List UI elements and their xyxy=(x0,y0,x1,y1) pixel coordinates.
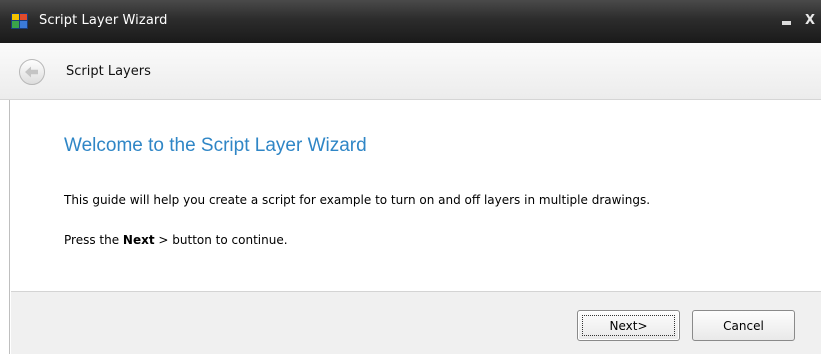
nav-title: Script Layers xyxy=(66,64,151,79)
instruction-text: Press the Next > button to continue. xyxy=(64,233,288,247)
next-button[interactable]: Next> xyxy=(577,310,680,341)
instruction-prefix: Press the xyxy=(64,233,123,247)
instruction-suffix: > button to continue. xyxy=(154,233,288,247)
app-icon xyxy=(11,13,28,29)
description-text: This guide will help you create a script… xyxy=(64,193,651,207)
wizard-window: Script Layer Wizard X Script Layers Welc… xyxy=(0,0,821,354)
focus-ring xyxy=(582,315,675,336)
minimize-button[interactable] xyxy=(779,12,795,30)
page-title: Welcome to the Script Layer Wizard xyxy=(64,135,367,156)
minimize-icon xyxy=(782,21,791,25)
close-button[interactable]: X xyxy=(802,12,818,30)
instruction-next-emphasis: Next xyxy=(122,233,155,247)
left-border xyxy=(0,100,10,354)
close-icon: X xyxy=(804,13,816,28)
cancel-button-label: Cancel xyxy=(723,318,764,333)
title-bar[interactable]: Script Layer Wizard X xyxy=(0,0,821,43)
button-bar: Next> Cancel xyxy=(11,291,821,354)
cancel-button[interactable]: Cancel xyxy=(692,310,795,341)
window-title: Script Layer Wizard xyxy=(39,13,168,28)
navigation-bar: Script Layers xyxy=(0,43,821,100)
wizard-content: Welcome to the Script Layer Wizard This … xyxy=(11,101,821,291)
back-button[interactable] xyxy=(18,58,46,86)
